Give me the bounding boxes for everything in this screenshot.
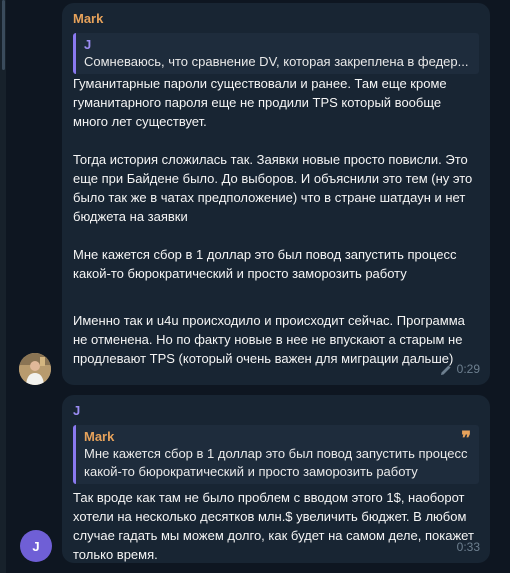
message-time: 0:29 [456, 362, 480, 376]
message-meta: 0:33 [457, 538, 480, 557]
message-bubble[interactable]: J Mark ❞ Мне кажется сбор в 1 доллар это… [62, 395, 490, 563]
message-text: Тогда история сложилась так. Заявки новы… [73, 152, 473, 224]
message-text: Так вроде как там не было проблем с ввод… [73, 490, 474, 562]
pencil-icon [440, 365, 451, 375]
sender-name[interactable]: Mark [73, 10, 479, 28]
reply-sender-name: Mark [84, 429, 115, 444]
scrollbar[interactable] [0, 0, 6, 573]
message-bubble[interactable]: Mark J Сомневаюсь, что сравнение DV, кот… [62, 3, 490, 385]
avatar-initial: J [32, 538, 40, 554]
reply-text: Мне кажется сбор в 1 доллар это был пово… [84, 446, 468, 479]
message-text: Гуманитарные пароли существовали и ранее… [73, 76, 447, 129]
quote-icon: ❞ [461, 428, 471, 448]
message-text: Именно так и u4u происходило и происходи… [73, 313, 465, 366]
reply-preview[interactable]: J Сомневаюсь, что сравнение DV, которая … [73, 33, 479, 74]
message-text: Мне кажется сбор в 1 доллар это был пово… [73, 247, 457, 281]
avatar-j[interactable]: J [20, 530, 52, 562]
avatar-mark[interactable] [19, 353, 51, 385]
message-meta: 0:29 [440, 360, 480, 379]
reply-sender-name: J [84, 37, 92, 52]
sender-name[interactable]: J [73, 402, 479, 420]
message-time: 0:33 [456, 540, 480, 554]
reply-text: Сомневаюсь, что сравнение DV, которая за… [84, 54, 469, 69]
scrollbar-thumb[interactable] [2, 0, 5, 70]
user-photo-icon [19, 353, 51, 385]
reply-preview[interactable]: Mark ❞ Мне кажется сбор в 1 доллар это б… [73, 425, 479, 484]
